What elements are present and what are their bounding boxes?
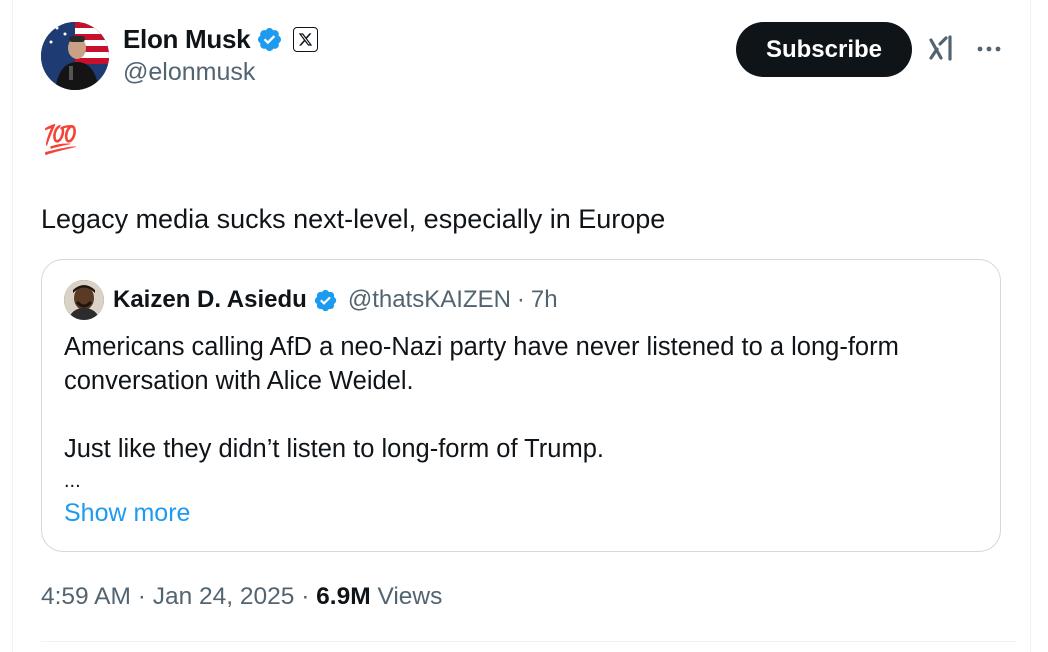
tweet-time[interactable]: 4:59 AM [41,583,131,610]
quoted-verified-badge-icon [313,288,338,313]
x-logo-icon [293,26,319,52]
quoted-text-line: Americans calling AfD a neo-Nazi party h… [64,333,899,361]
quoted-tweet-card[interactable]: Kaizen D. Asiedu @thatsKAIZEN · 7h Ameri… [41,259,1001,552]
hundred-points-emoji: 💯 [43,126,78,154]
quoted-text-line: Just like they didn’t listen to long-for… [64,435,604,463]
tweet-text: Legacy media sucks next-level, especiall… [41,204,666,234]
grok-icon[interactable] [928,34,956,64]
views-count: 6.9M [316,583,371,610]
quoted-timestamp[interactable]: 7h [531,286,558,314]
right-border [1030,0,1031,652]
views-label: Views [377,583,443,610]
tweet-meta: 4:59 AM · Jan 24, 2025 · 6.9M Views [41,583,442,611]
verified-badge-icon [256,26,283,53]
quoted-author-avatar[interactable] [64,280,104,320]
author-name-row: Elon Musk [123,22,319,56]
tweet-date[interactable]: Jan 24, 2025 [153,583,295,610]
quoted-text-line: conversation with Alice Weidel. [64,367,414,395]
author-name[interactable]: Elon Musk [123,24,251,55]
quoted-separator: · [516,286,525,313]
quoted-tweet-body: Americans calling AfD a neo-Nazi party h… [64,330,899,496]
show-more-link[interactable]: Show more [64,499,190,528]
divider [41,641,1017,642]
meta-separator: · [301,583,310,610]
meta-separator: · [137,583,146,610]
emoji-glyph: 💯 [43,124,78,155]
left-border [12,0,13,652]
subscribe-button[interactable]: Subscribe [736,22,912,77]
quoted-tweet-header: Kaizen D. Asiedu @thatsKAIZEN · 7h [113,284,558,316]
quoted-text-ellipsis: ... [64,470,81,492]
quoted-author-handle[interactable]: @thatsKAIZEN [348,286,511,314]
author-handle[interactable]: @elonmusk [123,58,255,87]
more-icon[interactable] [975,34,1003,64]
author-avatar[interactable] [41,22,109,90]
quoted-author-name[interactable]: Kaizen D. Asiedu [113,286,307,314]
